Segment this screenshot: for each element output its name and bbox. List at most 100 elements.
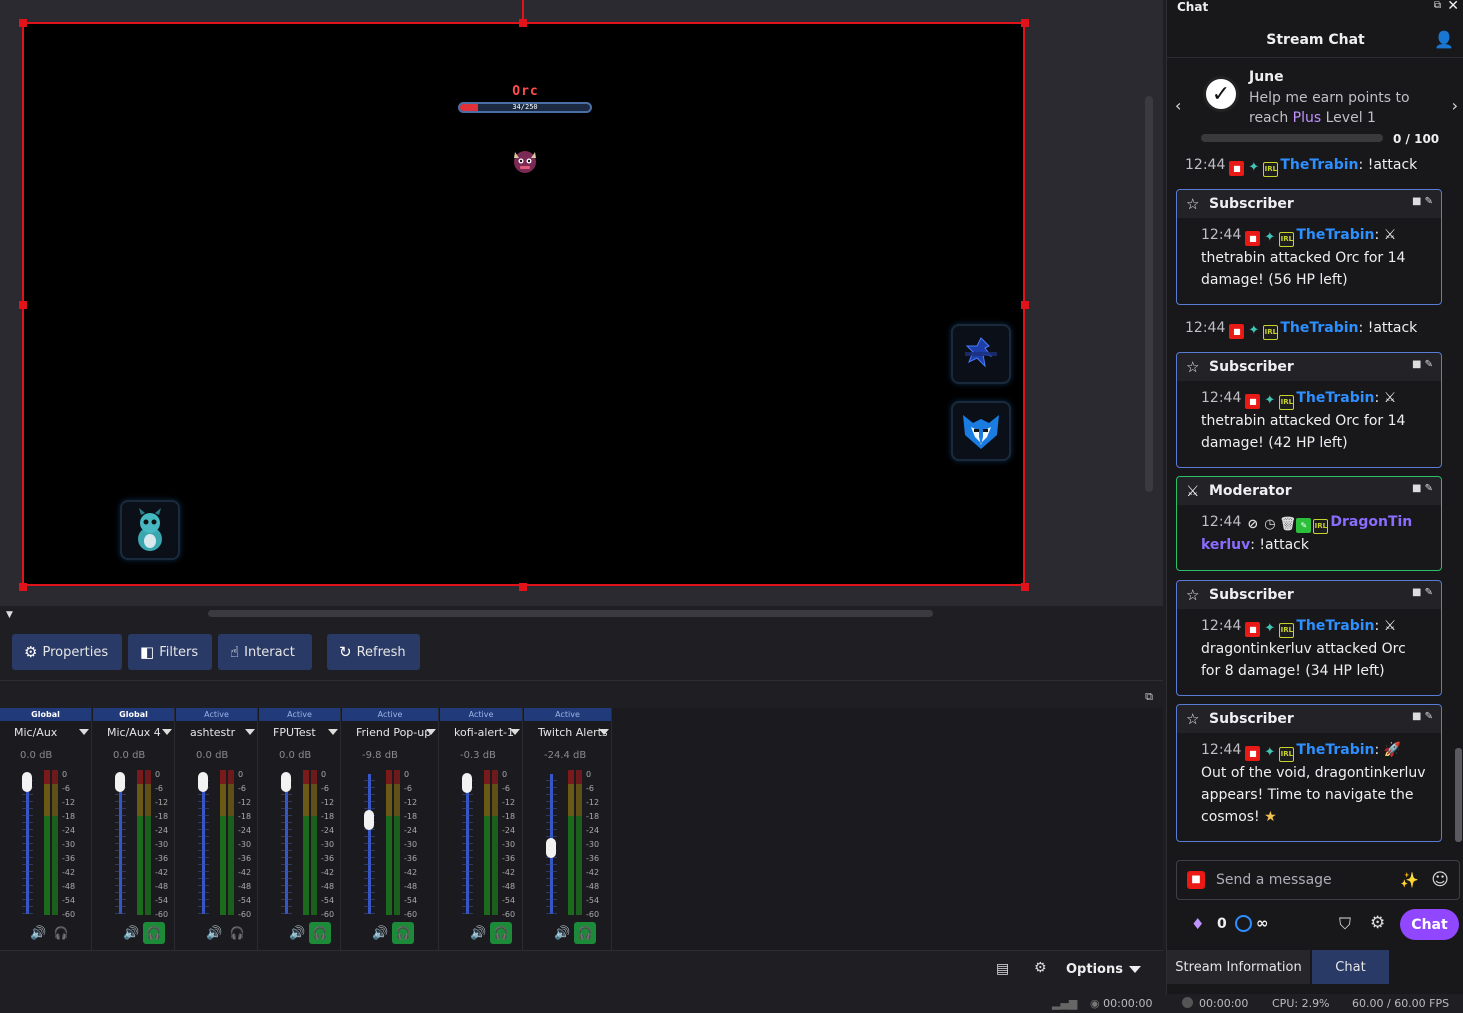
chat-scrollbar[interactable]: [1455, 748, 1462, 842]
settings-gear-icon[interactable]: ⚙: [1370, 913, 1385, 933]
headphones-monitor-icon[interactable]: 🎧: [490, 922, 512, 944]
subscriber-card[interactable]: ☆ Subscriber ■ ✎ 12:44 ■ ✦ IRL TheTrabin: ⚔ the…: [1176, 189, 1442, 305]
shield-icon[interactable]: ⛉: [1339, 914, 1351, 934]
headphones-monitor-icon[interactable]: 🎧: [50, 922, 72, 944]
speaker-icon[interactable]: 🔊: [470, 926, 486, 941]
chat-message[interactable]: 12:44 ■ ✦ IRL TheTrabin: !attack: [1185, 157, 1417, 177]
card-actions-icon[interactable]: ■ ✎: [1412, 711, 1433, 722]
speaker-icon[interactable]: 🔊: [206, 926, 222, 941]
channel-name[interactable]: Friend Pop-up: [356, 726, 434, 739]
chevron-left-icon[interactable]: ‹: [1175, 96, 1181, 115]
volume-slider-track[interactable]: [281, 774, 292, 914]
close-icon[interactable]: ✕: [1447, 0, 1459, 14]
resize-handle-left[interactable]: [19, 301, 27, 309]
chevron-down-icon[interactable]: [162, 729, 172, 735]
speaker-icon[interactable]: 🔊: [30, 926, 46, 941]
popout-icon[interactable]: ⧉: [1145, 690, 1153, 704]
message-username[interactable]: TheTrabin: [1280, 320, 1358, 336]
resize-handle-bottom[interactable]: [519, 583, 527, 591]
headphones-monitor-icon[interactable]: 🎧: [143, 922, 165, 944]
moderator-card[interactable]: ⚔ Moderator ■ ✎ 12:44 ⊘ ◷ 🗑 ✎ IRL DragonTin kerlu…: [1176, 476, 1442, 571]
collapse-arrow-icon[interactable]: ▼: [6, 610, 13, 620]
resize-handle-top-right[interactable]: [1021, 19, 1029, 27]
card-actions-icon[interactable]: ■ ✎: [1412, 483, 1433, 494]
speaker-icon[interactable]: 🔊: [554, 926, 570, 941]
tab-stream-information[interactable]: Stream Information: [1167, 950, 1310, 984]
subscriber-card[interactable]: ☆ Subscriber ■ ✎ 12:44 ■ ✦ IRL TheTrabin: ⚔ the…: [1176, 352, 1442, 468]
message-username[interactable]: TheTrabin: [1280, 157, 1358, 173]
volume-slider-knob[interactable]: [281, 772, 291, 792]
chevron-down-icon[interactable]: [599, 729, 609, 735]
bits-icon[interactable]: ♦: [1191, 915, 1204, 933]
volume-slider-knob[interactable]: [364, 810, 374, 831]
channel-points-icon[interactable]: [1235, 915, 1252, 932]
chevron-down-icon[interactable]: [426, 729, 436, 735]
tab-chat[interactable]: Chat: [1312, 950, 1389, 984]
resize-handle-bottom-left[interactable]: [19, 583, 27, 591]
volume-slider-track[interactable]: [22, 774, 33, 914]
speaker-icon[interactable]: 🔊: [372, 926, 388, 941]
message-username[interactable]: TheTrabin: [1296, 227, 1374, 243]
chevron-down-icon[interactable]: [245, 729, 255, 735]
ban-icon[interactable]: ⊘: [1245, 517, 1260, 532]
resize-handle-right[interactable]: [1021, 301, 1029, 309]
headphones-monitor-icon[interactable]: 🎧: [392, 922, 414, 944]
chat-input[interactable]: ■ Send a message ✨ ☺: [1176, 860, 1460, 900]
chevron-down-icon[interactable]: [510, 729, 520, 735]
resize-handle-top[interactable]: [519, 19, 527, 27]
speaker-icon[interactable]: 🔊: [123, 926, 139, 941]
subscriber-card[interactable]: ☆ Subscriber ■ ✎ 12:44 ■ ✦ IRL TheTrabin: ⚔ dra…: [1176, 580, 1442, 696]
chevron-down-icon[interactable]: [328, 729, 338, 735]
refresh-button[interactable]: ↻ Refresh: [327, 634, 420, 670]
channel-name[interactable]: kofi-alert-1: [454, 726, 518, 739]
resize-handle-top-left[interactable]: [19, 19, 27, 27]
resize-handle-bottom-right[interactable]: [1021, 583, 1029, 591]
properties-button[interactable]: ⚙ Properties: [12, 634, 122, 670]
card-actions-icon[interactable]: ■ ✎: [1412, 196, 1433, 207]
options-button[interactable]: Options: [1066, 957, 1141, 981]
channel-name[interactable]: Mic/Aux 4: [107, 726, 170, 739]
preview-vertical-scrollbar[interactable]: [1145, 96, 1153, 492]
chat-message[interactable]: 12:44 ■ ✦ IRL TheTrabin: !attack: [1185, 320, 1417, 340]
volume-slider-knob[interactable]: [462, 773, 472, 794]
sparkle-icon[interactable]: ✨: [1400, 871, 1419, 889]
channel-name[interactable]: Twitch Alerts: [538, 726, 607, 739]
speaker-icon[interactable]: 🔊: [289, 926, 305, 941]
channel-name[interactable]: Mic/Aux: [14, 726, 87, 739]
filters-button[interactable]: ◧ Filters: [128, 634, 212, 670]
timeout-icon[interactable]: ◷: [1262, 517, 1277, 532]
channel-name[interactable]: FPUTest: [273, 726, 336, 739]
volume-slider-track[interactable]: [462, 774, 473, 914]
message-username[interactable]: TheTrabin: [1296, 618, 1374, 634]
message-username[interactable]: TheTrabin: [1296, 742, 1374, 758]
layout-icon[interactable]: ▤: [996, 961, 1009, 977]
preview-horizontal-scrollbar[interactable]: [208, 610, 933, 617]
volume-slider-knob[interactable]: [198, 772, 208, 792]
headphones-monitor-icon[interactable]: 🎧: [226, 922, 248, 944]
browser-source-canvas[interactable]: Orc 34/250: [22, 22, 1025, 586]
community-users-icon[interactable]: 👤: [1434, 30, 1454, 49]
headphones-monitor-icon[interactable]: 🎧: [574, 922, 596, 944]
delete-icon[interactable]: 🗑: [1279, 517, 1296, 532]
volume-slider-track[interactable]: [198, 774, 209, 914]
emoji-icon[interactable]: ☺: [1431, 870, 1449, 890]
chevron-down-icon[interactable]: [79, 729, 89, 735]
chat-send-button[interactable]: Chat: [1400, 909, 1459, 940]
message-username[interactable]: TheTrabin: [1296, 390, 1374, 406]
headphones-monitor-icon[interactable]: 🎧: [309, 922, 331, 944]
dock-popout-icon[interactable]: ⧉: [1434, 0, 1441, 11]
preview-area[interactable]: Orc 34/250: [0, 0, 1163, 607]
volume-slider-knob[interactable]: [22, 772, 32, 792]
card-actions-icon[interactable]: ■ ✎: [1412, 587, 1433, 598]
card-actions-icon[interactable]: ■ ✎: [1412, 359, 1433, 370]
message-username[interactable]: DragonTin: [1330, 514, 1412, 530]
channel-name[interactable]: ashtestr: [190, 726, 253, 739]
message-username-continued[interactable]: kerluv: [1201, 537, 1250, 553]
chevron-right-icon[interactable]: ›: [1452, 96, 1458, 115]
subscriber-card[interactable]: ☆ Subscriber ■ ✎ 12:44 ■ ✦ IRL TheTrabin: 🚀 Out…: [1176, 704, 1442, 842]
volume-slider-knob[interactable]: [546, 838, 556, 858]
creator-goal[interactable]: ‹ ✓ June Help me earn points to reach Pl…: [1167, 60, 1463, 155]
interact-button[interactable]: ☝ Interact: [218, 634, 312, 670]
volume-slider-track[interactable]: [115, 774, 126, 914]
volume-slider-knob[interactable]: [115, 772, 125, 792]
